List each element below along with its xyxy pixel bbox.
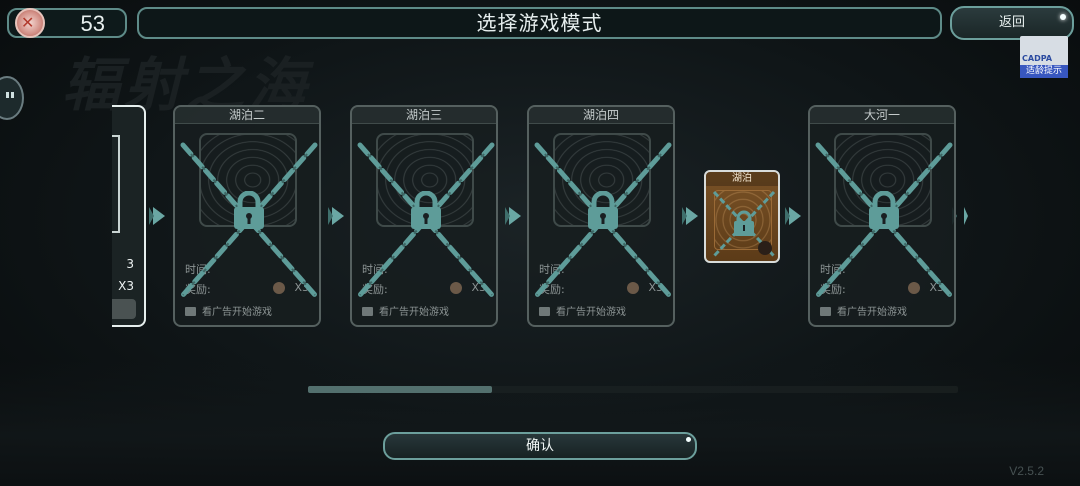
card-title: 湖泊三 [352,107,496,124]
back-button-label: 返回 [998,15,1025,30]
lock-icon [588,191,618,229]
background-ground [0,360,1080,486]
confirm-button-label: 确认 [526,438,554,454]
start-button[interactable] [112,299,136,319]
watch-ad-label: 看广告开始游戏 [202,307,272,318]
page-title: 选择游戏模式 [476,11,603,35]
chevron-right-icon [682,207,698,225]
watch-ad-start[interactable]: 看广告开始游戏 [820,303,907,318]
age-rating-caption: 适龄提示 [1020,65,1068,78]
video-ad-icon [539,307,550,316]
card-title: 湖泊四 [529,107,673,124]
currency-display: ✕ 53 [7,8,127,38]
watch-ad-start[interactable]: 看广告开始游戏 [185,303,272,318]
mode-card[interactable]: 湖泊三 时间: 奖励: X3 看广告开始游戏 [350,105,498,327]
sparkle-icon [686,437,691,442]
video-ad-icon [362,307,373,316]
scrollbar-thumb[interactable] [308,386,492,393]
watch-ad-label: 看广告开始游戏 [379,307,449,318]
chevron-right-icon [328,207,344,225]
title-bar: 选择游戏模式 [137,7,942,39]
watch-ad-start[interactable]: 看广告开始游戏 [362,303,449,318]
time-value: 3 [126,257,134,271]
age-rating-badge[interactable]: CADPA 适龄提示 [1020,36,1068,78]
card-title: 大河一 [810,107,954,124]
age-rating-label: CADPA [1022,54,1053,63]
mode-card-selected[interactable]: 3 X3 [112,105,146,327]
chevron-right-icon [149,207,165,225]
card-title: 湖泊二 [175,107,319,124]
reward-multiplier: X3 [118,279,134,293]
watch-ad-label: 看广告开始游戏 [837,307,907,318]
map-preview [112,135,120,233]
mode-card[interactable]: 湖泊四 时间: 奖励: X3 看广告开始游戏 [527,105,675,327]
lock-icon [869,191,899,229]
sparkle-icon [1060,14,1066,20]
version-label: V2.5.2 [1009,464,1044,478]
video-ad-icon [820,307,831,316]
video-ad-icon [185,307,196,316]
watch-ad-label: 看广告开始游戏 [556,307,626,318]
lock-icon [234,191,264,229]
mode-card-lake-small[interactable]: 湖泊 [704,170,780,263]
chevron-right-icon [952,207,968,225]
chevron-right-icon [505,207,521,225]
expand-icon [758,241,772,255]
coin-count: 53 [80,11,105,36]
small-card-title: 湖泊 [706,172,778,186]
mode-card[interactable]: 大河一 时间: 奖励: X3 看广告开始游戏 [808,105,956,327]
side-menu-tab[interactable] [0,76,24,120]
watch-ad-start[interactable]: 看广告开始游戏 [539,303,626,318]
mode-card[interactable]: 湖泊二 时间: 奖励: X3 看广告开始游戏 [173,105,321,327]
lock-icon [411,191,441,229]
chevron-right-icon [785,207,801,225]
confirm-button[interactable]: 确认 [383,432,697,460]
avatar-icon: ✕ [21,13,35,32]
avatar[interactable]: ✕ [15,8,45,38]
back-button[interactable]: 返回 [950,6,1074,40]
